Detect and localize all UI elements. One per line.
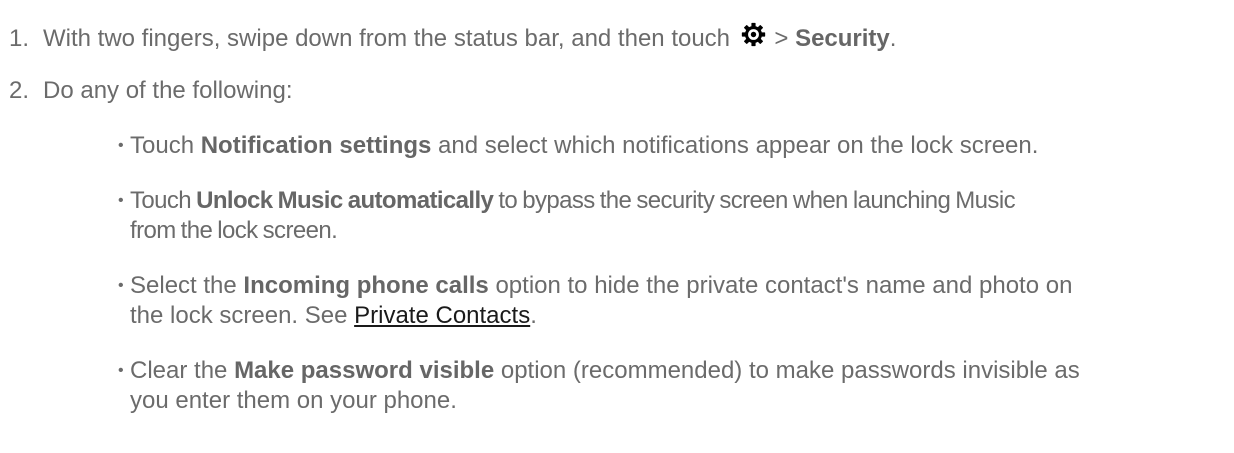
bullet-line: the lock screen. See Private Contacts. (130, 301, 1210, 331)
step-number: 2. (9, 77, 30, 104)
security-menu-label: Security (795, 25, 890, 52)
list-item: • Clear the Make password visible option… (118, 356, 1210, 416)
bullet-line: from the lock screen. (130, 217, 338, 244)
breadcrumb-separator: > (767, 25, 796, 52)
list-item: • Select the Incoming phone calls option… (118, 271, 1210, 331)
bullet-text: to bypass the security screen when launc… (493, 187, 1015, 214)
step-1-period: . (889, 25, 897, 52)
step-number: 1. (9, 25, 30, 52)
step-1-text: With two fingers, swipe down from the st… (43, 25, 731, 52)
bullet-dot: • (118, 362, 124, 379)
bullet-text: option (recommended) to make passwords i… (494, 357, 1080, 384)
bullet-text: Clear the (130, 357, 235, 384)
bullet-dot: • (118, 277, 124, 294)
bullet-text: Touch (130, 187, 197, 214)
incoming-calls-label: Incoming phone calls (243, 272, 489, 299)
bullet-text: . (530, 302, 537, 329)
bullet-text: Touch (130, 132, 201, 159)
bullet-dot: • (118, 137, 124, 154)
make-password-visible-label: Make password visible (234, 357, 495, 384)
bullet-line: you enter them on your phone. (130, 387, 457, 414)
settings-gear-icon (741, 22, 766, 47)
bullet-line: Clear the Make password visible option (… (130, 356, 1210, 386)
private-contacts-link[interactable]: Private Contacts (354, 302, 530, 329)
step-2: 2. Do any of the following: (9, 76, 292, 106)
bullet-text: the lock screen. See (130, 302, 355, 329)
bullet-text: Select the (130, 272, 244, 299)
bullet-text: option to hide the private contact's nam… (488, 272, 1073, 299)
list-item: • Touch Notification settings and select… (118, 131, 1210, 161)
unlock-music-label: Unlock Music automatically (196, 187, 494, 214)
list-item: • Touch Unlock Music automatically to by… (118, 186, 1210, 246)
step-2-text: Do any of the following: (43, 77, 293, 104)
bullet-dot: • (118, 192, 124, 209)
notification-settings-label: Notification settings (200, 132, 432, 159)
bullet-text: and select which notifications appear on… (431, 132, 1039, 159)
bullet-line: Touch Unlock Music automatically to bypa… (130, 186, 1210, 216)
bullet-line: Select the Incoming phone calls option t… (130, 271, 1210, 301)
step-1: 1. With two fingers, swipe down from the … (9, 22, 896, 54)
